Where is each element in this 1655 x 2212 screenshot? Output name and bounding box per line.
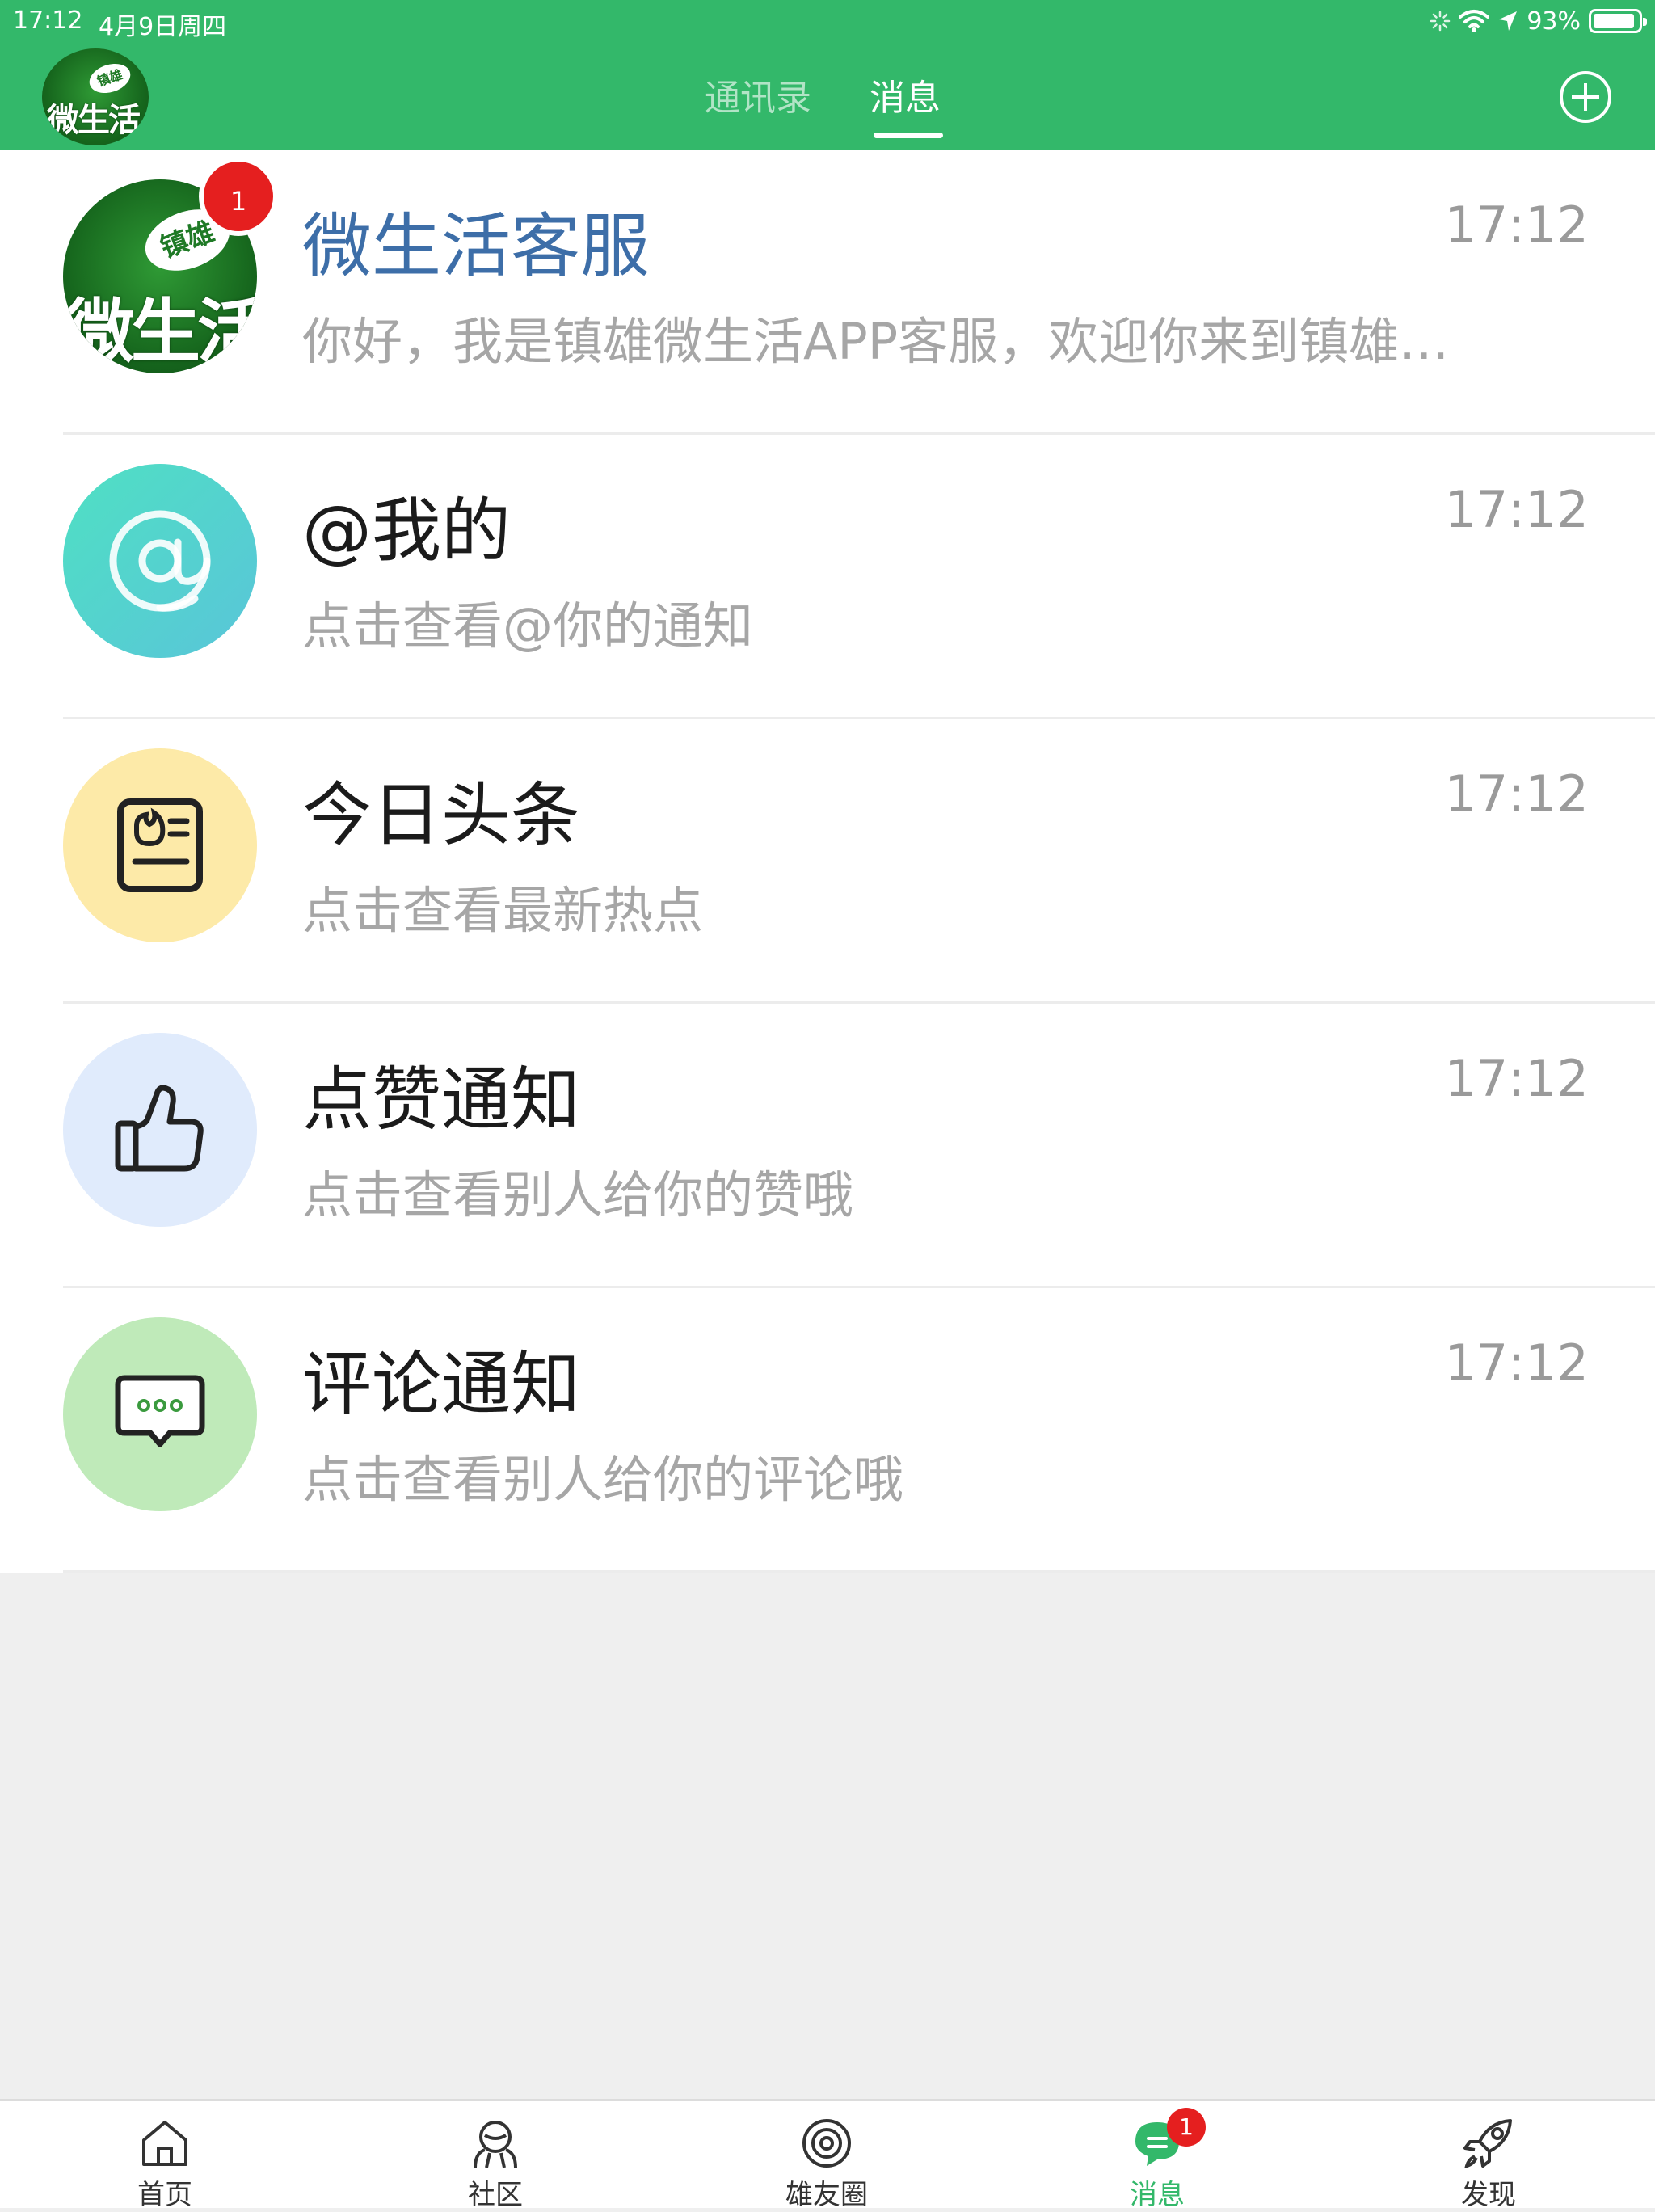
tabbar-home[interactable]: 首页 (100, 2101, 230, 2211)
rocket-icon (1463, 2119, 1512, 2168)
unread-badge: 1 (199, 157, 278, 236)
wifi-icon (1459, 10, 1490, 32)
divider (63, 1570, 1655, 1573)
list-item-comments[interactable]: 评论通知 点击查看别人给你的评论哦 17:12 (0, 1288, 1655, 1573)
active-tab-indicator (874, 133, 943, 138)
at-icon (109, 510, 211, 612)
message-time: 17:12 (1444, 1334, 1589, 1393)
message-time: 17:12 (1444, 1049, 1589, 1108)
message-preview: 点击查看别人给你的赞哦 (302, 1165, 854, 1224)
status-date: 4月9日周四 (99, 13, 227, 41)
message-title: 点赞通知 (302, 1060, 580, 1140)
comment-icon (115, 1375, 205, 1447)
avatar-text: 微生活 (65, 292, 257, 373)
list-item-customer-service[interactable]: 镇雄 微生活 1 微生活客服 你好，我是镇雄微生活APP客服，欢迎你来到镇雄微生… (0, 150, 1655, 435)
tabbar-label: 发现 (1461, 2179, 1516, 2211)
tab-messages[interactable]: 消息 (870, 70, 941, 128)
tabbar-label: 社区 (468, 2179, 523, 2211)
message-preview: 点击查看别人给你的评论哦 (302, 1450, 904, 1509)
message-time: 17:12 (1444, 765, 1589, 824)
message-preview: 点击查看最新热点 (302, 881, 704, 940)
message-time: 17:12 (1444, 480, 1589, 539)
battery-level (1594, 14, 1635, 28)
circle-icon (802, 2119, 851, 2168)
tabbar-label: 首页 (137, 2179, 192, 2211)
message-title: @我的 (302, 491, 511, 571)
tabbar-discover[interactable]: 发现 (1424, 2101, 1553, 2211)
avatar (63, 464, 257, 658)
top-header: 17:12 4月9日周四 93% 镇雄 微生活 通讯录 消息 (0, 0, 1655, 150)
tabbar-messages[interactable]: 1 消息 (1093, 2101, 1222, 2211)
tabbar-label: 雄友圈 (785, 2179, 868, 2211)
header-tabs: 通讯录 消息 (0, 70, 1655, 142)
avatar (63, 1033, 257, 1227)
list-item-mentions[interactable]: @我的 点击查看@你的通知 17:12 (0, 435, 1655, 719)
news-icon (117, 798, 203, 892)
bottom-tab-bar: 首页 社区 雄友圈 1 消息 发现 (0, 2099, 1655, 2211)
message-time: 17:12 (1444, 196, 1589, 255)
add-button[interactable] (1560, 71, 1611, 123)
message-title: 微生活客服 (302, 206, 650, 287)
battery-icon (1589, 9, 1647, 33)
tabbar-label: 消息 (1130, 2179, 1185, 2211)
status-indicators: 93% (1430, 5, 1647, 37)
avatar (63, 748, 257, 942)
status-bar: 17:12 4月9日周四 93% (0, 0, 1655, 44)
message-title: 评论通知 (302, 1344, 580, 1425)
message-preview: 点击查看@你的通知 (302, 596, 754, 655)
tab-contacts[interactable]: 通讯录 (705, 70, 811, 128)
message-list: 镇雄 微生活 1 微生活客服 你好，我是镇雄微生活APP客服，欢迎你来到镇雄微生… (0, 150, 1655, 1573)
tabbar-badge: 1 (1167, 2108, 1206, 2147)
loading-icon (1430, 11, 1451, 32)
list-item-likes[interactable]: 点赞通知 点击查看别人给你的赞哦 17:12 (0, 1004, 1655, 1288)
avatar (63, 1317, 257, 1511)
message-title: 今日头条 (302, 775, 580, 856)
tabbar-community[interactable]: 社区 (431, 2101, 560, 2211)
list-item-headlines[interactable]: 今日头条 点击查看最新热点 17:12 (0, 719, 1655, 1004)
thumbs-up-icon (115, 1085, 204, 1172)
home-icon (142, 2121, 187, 2166)
battery-percent: 93% (1527, 6, 1581, 36)
location-arrow-icon (1499, 11, 1518, 31)
message-preview: 你好，我是镇雄微生活APP客服，欢迎你来到镇雄微生活！ (302, 312, 1498, 371)
tabbar-circle[interactable]: 雄友圈 (762, 2101, 891, 2211)
community-icon (474, 2121, 517, 2168)
status-time: 17:12 (13, 6, 83, 35)
